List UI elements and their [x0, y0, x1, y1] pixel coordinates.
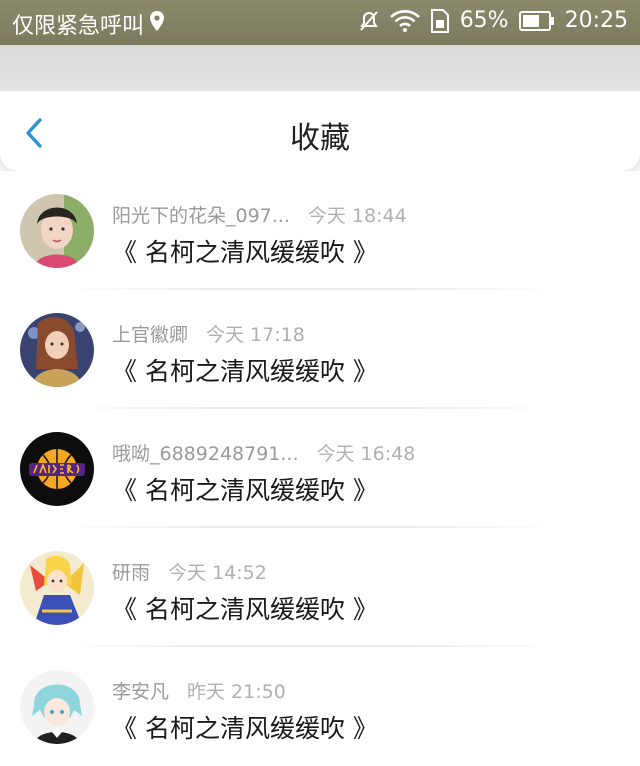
- favorite-item[interactable]: 阳光下的花朵_097... 今天 18:44 《 名柯之清风缓缓吹 》: [0, 171, 640, 290]
- favorite-meta: 李安凡 昨天 21:50: [112, 677, 286, 704]
- user-name: 阳光下的花朵_097...: [112, 205, 290, 227]
- user-name: 李安凡: [112, 681, 170, 703]
- mute-icon: [358, 9, 380, 33]
- battery-icon: [518, 10, 555, 31]
- avatar[interactable]: [20, 432, 94, 506]
- favorite-meta: 阳光下的花朵_097... 今天 18:44: [112, 201, 407, 228]
- favorite-meta: 哦呦_6889248791... 今天 16:48: [112, 439, 415, 466]
- avatar[interactable]: [20, 194, 94, 268]
- favorite-item[interactable]: 上官徽卿 今天 17:18 《 名柯之清风缓缓吹 》: [0, 290, 640, 409]
- sim-icon: [430, 8, 450, 33]
- timestamp: 昨天 21:50: [187, 681, 286, 703]
- status-left: 仅限紧急呼叫: [12, 8, 165, 40]
- favorite-item[interactable]: 研雨 今天 14:52 《 名柯之清风缓缓吹 》: [0, 528, 640, 647]
- timestamp: 今天 17:18: [206, 324, 305, 346]
- carrier-text: 仅限紧急呼叫: [12, 14, 145, 39]
- favorites-list: 阳光下的花朵_097... 今天 18:44 《 名柯之清风缓缓吹 》 上官徽卿今…: [0, 171, 640, 766]
- favorite-meta: 研雨 今天 14:52: [112, 558, 267, 585]
- favorite-item[interactable]: 哦呦_6889248791... 今天 16:48 《 名柯之清风缓缓吹 》: [0, 409, 640, 528]
- avatar[interactable]: [20, 670, 94, 744]
- status-right: 65% 20:25: [358, 8, 628, 33]
- timestamp: 今天 18:44: [307, 205, 407, 227]
- status-bar: 仅限紧急呼叫 65% 20:25: [0, 0, 640, 45]
- user-name: 哦呦_6889248791...: [112, 443, 299, 465]
- favorite-title: 《 名柯之清风缓缓吹 》: [112, 238, 378, 267]
- user-name: 上官徽卿: [112, 324, 189, 346]
- favorite-title: 《 名柯之清风缓缓吹 》: [112, 357, 378, 386]
- timestamp: 今天 14:52: [168, 562, 267, 584]
- status-time: 20:25: [564, 8, 628, 33]
- notification-strip: [0, 45, 640, 91]
- favorite-meta: 上官徽卿 今天 17:18: [112, 320, 305, 347]
- user-name: 研雨: [112, 562, 151, 584]
- timestamp: 今天 16:48: [316, 443, 416, 465]
- wifi-icon: [389, 9, 420, 32]
- page-title: 收藏: [290, 121, 350, 156]
- header: 收藏: [0, 91, 640, 171]
- favorite-title: 《 名柯之清风缓缓吹 》: [112, 714, 378, 743]
- favorite-title: 《 名柯之清风缓缓吹 》: [112, 476, 378, 505]
- avatar[interactable]: [20, 313, 94, 387]
- battery-percent: 65%: [459, 8, 509, 33]
- avatar[interactable]: [20, 551, 94, 625]
- favorite-title: 《 名柯之清风缓缓吹 》: [112, 595, 378, 624]
- favorite-item[interactable]: 李安凡 昨天 21:50 《 名柯之清风缓缓吹 》: [0, 647, 640, 766]
- location-icon: [150, 11, 165, 37]
